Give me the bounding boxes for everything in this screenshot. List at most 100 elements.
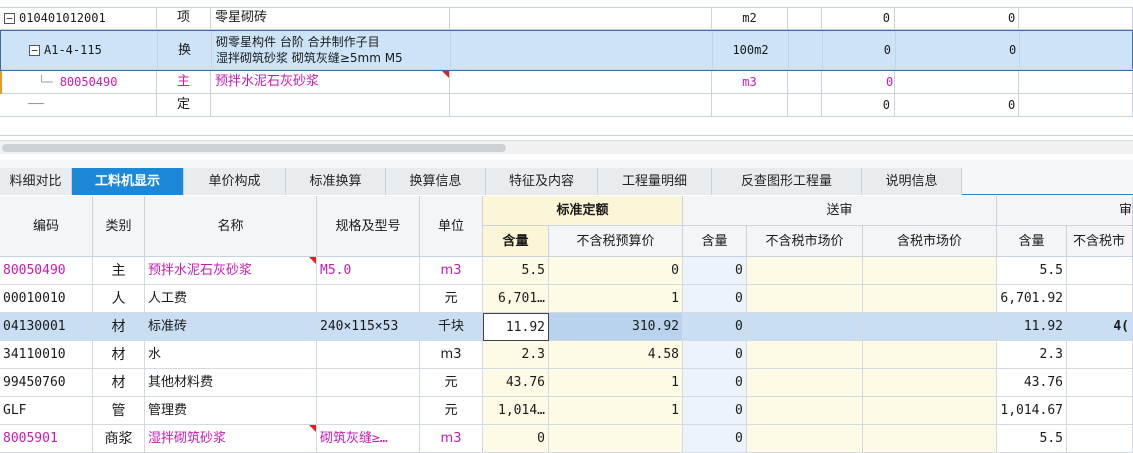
tax-excl-budget-cell[interactable]: 1 [549, 369, 683, 397]
tab-features[interactable]: 特征及内容 [486, 168, 598, 195]
name-cell[interactable]: 人工费 [145, 285, 317, 313]
table-row-selected[interactable]: − A1-4-115 换 砌零星构件 台阶 合并制作子目 湿拌砌筑砂浆 砌筑灰缝≥… [0, 30, 1133, 71]
header-qty[interactable]: 含量 [483, 226, 549, 257]
spec-cell[interactable] [317, 369, 420, 397]
code-cell[interactable]: 04130001 [0, 313, 93, 341]
unit-cell[interactable]: m3 [420, 341, 483, 369]
review-qty-cell[interactable]: 0 [683, 341, 747, 369]
qty-cell[interactable]: 43.76 [483, 369, 549, 397]
tax-excl-budget-cell[interactable]: 1 [549, 397, 683, 425]
next-qty-cell[interactable]: 11.92 [997, 313, 1067, 341]
tab-conversion-info[interactable]: 换算信息 [386, 168, 486, 195]
table-row[interactable] [0, 117, 1133, 136]
tab-unit-price[interactable]: 单价构成 [184, 168, 286, 195]
next-qty-cell[interactable]: 1,014.67 [997, 397, 1067, 425]
header-tax-excl-market[interactable]: 不含税市场价 [747, 226, 863, 257]
unit-cell[interactable]: 元 [420, 285, 483, 313]
header-spec[interactable]: 规格及型号 [317, 196, 420, 257]
next-qty-cell[interactable]: 5.5 [997, 257, 1067, 285]
header-tax-excl-budget[interactable]: 不含税预算价 [549, 226, 683, 257]
qty-cell[interactable]: 0 [483, 425, 549, 453]
tax-incl-market-cell[interactable] [863, 397, 997, 425]
name-cell[interactable]: 标准砖 [145, 313, 317, 341]
type-cell[interactable]: 商浆 [93, 425, 145, 453]
scrollbar-thumb[interactable] [2, 144, 506, 152]
table-row[interactable]: ── 定 0 0 [0, 94, 1133, 117]
qty-cell[interactable]: 2.3 [483, 341, 549, 369]
spec-cell[interactable]: 240×115×53 [317, 313, 420, 341]
spec-cell[interactable] [317, 397, 420, 425]
next-price-cell[interactable] [1067, 397, 1133, 425]
name-cell[interactable]: 管理费 [145, 397, 317, 425]
code-cell[interactable]: 8005901 [0, 425, 93, 453]
tax-incl-market-cell[interactable] [863, 285, 997, 313]
next-price-cell[interactable] [1067, 285, 1133, 313]
tab-reverse-lookup[interactable]: 反查图形工程量 [712, 168, 862, 195]
tax-incl-market-cell[interactable] [863, 341, 997, 369]
code-cell[interactable]: 00010010 [0, 285, 93, 313]
type-cell[interactable]: 材 [93, 341, 145, 369]
type-cell[interactable]: 材 [93, 369, 145, 397]
tax-incl-market-cell[interactable] [863, 257, 997, 285]
tab-price-compare[interactable]: 料细对比 [0, 168, 72, 195]
tax-incl-market-cell[interactable] [863, 425, 997, 453]
code-cell[interactable]: 34110010 [0, 341, 93, 369]
tab-description[interactable]: 说明信息 [862, 168, 962, 195]
tax-excl-market-cell[interactable] [747, 369, 863, 397]
name-cell[interactable]: 水 [145, 341, 317, 369]
header-tax-incl-market[interactable]: 含税市场价 [863, 226, 997, 257]
tab-standard-conversion[interactable]: 标准换算 [286, 168, 386, 195]
header-review-qty[interactable]: 含量 [683, 226, 747, 257]
next-price-cell[interactable] [1067, 341, 1133, 369]
qty-cell[interactable]: 5.5 [483, 257, 549, 285]
tax-excl-market-cell[interactable] [747, 397, 863, 425]
spec-cell[interactable] [317, 341, 420, 369]
tax-excl-budget-cell[interactable]: 310.92 [549, 313, 683, 341]
unit-cell[interactable]: 元 [420, 369, 483, 397]
next-price-cell[interactable] [1067, 425, 1133, 453]
type-cell[interactable]: 管 [93, 397, 145, 425]
review-qty-cell[interactable]: 0 [683, 425, 747, 453]
qty-cell[interactable]: 6,701… [483, 285, 549, 313]
header-type[interactable]: 类别 [93, 196, 145, 257]
next-qty-cell[interactable]: 5.5 [997, 425, 1067, 453]
unit-cell[interactable]: 千块 [420, 313, 483, 341]
tax-excl-market-cell[interactable] [747, 341, 863, 369]
next-price-cell[interactable] [1067, 369, 1133, 397]
tax-excl-budget-cell[interactable] [549, 425, 683, 453]
code-cell[interactable]: 99450760 [0, 369, 93, 397]
next-price-cell[interactable] [1067, 257, 1133, 285]
spec-cell[interactable]: 砌筑灰缝≥… [317, 425, 420, 453]
review-qty-cell[interactable]: 0 [683, 397, 747, 425]
tax-incl-market-cell[interactable] [863, 313, 997, 341]
review-qty-cell[interactable]: 0 [683, 285, 747, 313]
type-cell[interactable]: 人 [93, 285, 145, 313]
header-next-qty[interactable]: 含量 [997, 226, 1067, 257]
tab-material-display[interactable]: 工料机显示 [72, 168, 184, 195]
qty-cell[interactable]: 11.92 [483, 313, 549, 341]
next-qty-cell[interactable]: 2.3 [997, 341, 1067, 369]
horizontal-scrollbar[interactable] [0, 140, 1133, 154]
next-qty-cell[interactable]: 43.76 [997, 369, 1067, 397]
tax-excl-budget-cell[interactable]: 1 [549, 285, 683, 313]
name-cell[interactable]: 预拌水泥石灰砂浆 [145, 257, 317, 285]
name-cell[interactable]: 湿拌砌筑砂浆 [145, 425, 317, 453]
unit-cell[interactable]: m3 [420, 257, 483, 285]
review-qty-cell[interactable]: 0 [683, 313, 747, 341]
code-cell[interactable]: 80050490 [0, 257, 93, 285]
qty-cell[interactable]: 1,014… [483, 397, 549, 425]
name-cell[interactable]: 其他材料费 [145, 369, 317, 397]
tax-excl-budget-cell[interactable]: 0 [549, 257, 683, 285]
type-cell[interactable]: 材 [93, 313, 145, 341]
header-unit[interactable]: 单位 [420, 196, 483, 257]
code-cell[interactable]: GLF [0, 397, 93, 425]
collapse-icon[interactable]: − [29, 45, 40, 56]
spec-cell[interactable]: M5.0 [317, 257, 420, 285]
review-qty-cell[interactable]: 0 [683, 369, 747, 397]
unit-cell[interactable]: 元 [420, 397, 483, 425]
tax-incl-market-cell[interactable] [863, 369, 997, 397]
table-row[interactable]: −010401012001 项 零星砌砖 m2 0 0 [0, 7, 1133, 30]
review-qty-cell[interactable]: 0 [683, 257, 747, 285]
next-qty-cell[interactable]: 6,701.92 [997, 285, 1067, 313]
header-next-tax-excl[interactable]: 不含税市 [1067, 226, 1133, 257]
